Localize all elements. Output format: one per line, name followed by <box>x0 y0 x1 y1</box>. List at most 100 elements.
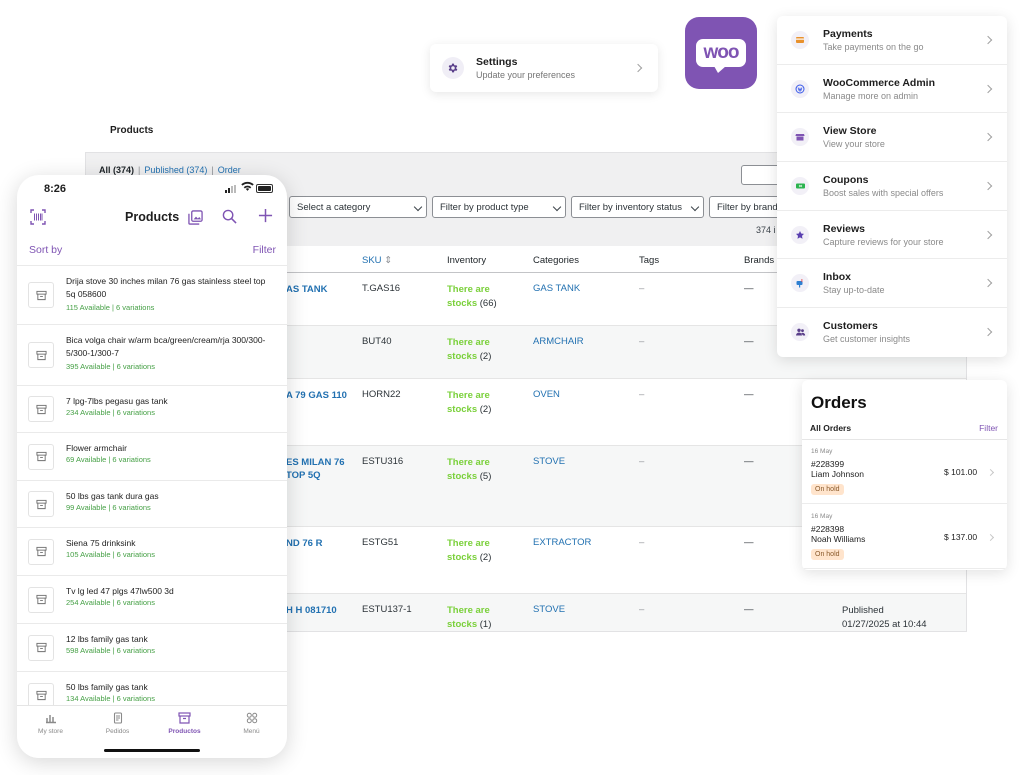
orders-filter-button[interactable]: Filter <box>979 423 998 433</box>
list-item[interactable]: 50 lbs gas tank dura gas 99 Available | 6… <box>17 481 287 528</box>
order-row[interactable]: 16 May #228398 Noah Williams On hold $ 137.0… <box>802 505 1007 569</box>
sku-cell: ESTU137-1 <box>362 604 412 615</box>
woocommerce-logo: woo <box>685 17 757 89</box>
settings-title: Settings <box>476 56 518 68</box>
tab-label: My store <box>38 728 63 735</box>
sku-cell: T.GAS16 <box>362 283 401 294</box>
inbox-icon <box>791 274 809 293</box>
inventory-cell: There are stocks (1) <box>447 604 509 631</box>
chevron-right-icon <box>983 133 993 142</box>
mobile-app-phone: 8:26 Products Sort by Filter Drija stove… <box>17 175 287 758</box>
product-image-placeholder-icon <box>28 586 54 613</box>
settings-card[interactable]: Settings Update your preferences <box>430 44 658 92</box>
brands-cell: — <box>744 537 754 548</box>
tab-my-store[interactable]: My store <box>17 712 84 735</box>
product-image-placeholder-icon <box>28 538 54 565</box>
product-name-link[interactable]: ES MILAN 76 TOP 5Q <box>286 456 356 482</box>
inventory-filter-select[interactable]: Filter by inventory status <box>571 196 704 218</box>
product-name-link[interactable]: AS TANK <box>286 283 356 296</box>
list-item[interactable]: Siena 75 drinksink 105 Available | 6 vari… <box>17 528 287 576</box>
inventory-cell: There are stocks (5) <box>447 456 509 484</box>
sku-column-header[interactable]: SKU ⇕ <box>362 255 392 266</box>
card-icon <box>791 31 809 49</box>
menu-item-woocommerce-admin[interactable]: WooCommerce Admin Manage more on admin <box>777 65 1007 114</box>
stock-count: (1) <box>479 619 492 630</box>
list-item[interactable]: Bica volga chair w/arm bca/green/cream/r… <box>17 325 287 386</box>
menu-item-view-store[interactable]: View Store View your store <box>777 113 1007 163</box>
inventory-cell: There are stocks (66) <box>447 283 509 311</box>
brands-column-header: Brands <box>744 255 775 266</box>
wordpress-icon <box>791 79 809 98</box>
product-name-link[interactable]: ND 76 R <box>286 537 356 550</box>
order-number: #228398 <box>811 524 845 534</box>
menu-item-customers[interactable]: Customers Get customer insights <box>777 308 1007 357</box>
status-order-link[interactable]: Order <box>218 165 241 175</box>
menu-item-coupons[interactable]: Coupons Boost sales with special offers <box>777 162 1007 211</box>
order-date: 16 May <box>811 513 833 520</box>
tab-productos[interactable]: Productos <box>151 712 218 735</box>
add-product-icon[interactable] <box>258 208 273 227</box>
product-type-filter-select[interactable]: Filter by product type <box>432 196 566 218</box>
menu-item-title: Coupons <box>823 174 869 187</box>
stock-count: (2) <box>479 552 492 563</box>
order-number: #228399 <box>811 459 845 469</box>
chevron-right-icon <box>983 327 993 337</box>
product-name-link[interactable]: A 79 GAS 110 <box>286 389 356 402</box>
box-icon <box>151 712 218 728</box>
list-item[interactable]: 7 lpg-7lbs pegasu gas tank 234 Available … <box>17 386 287 433</box>
orders-card: Orders All Orders Filter 16 May #228399 Li… <box>802 380 1007 570</box>
tags-cell: – <box>639 336 645 347</box>
published-cell: Published 01/27/2025 at 10:44 <box>842 604 927 631</box>
home-indicator <box>104 749 200 752</box>
category-link[interactable]: STOVE <box>533 604 565 615</box>
chevron-down-icon <box>413 202 423 212</box>
order-amount: $ 101.00 <box>944 467 978 477</box>
list-item[interactable]: 12 lbs family gas tank 598 Available | 6 … <box>17 624 287 672</box>
media-library-icon[interactable] <box>188 210 203 229</box>
phone-filter-button[interactable]: Filter <box>253 244 276 256</box>
sku-cell: HORN22 <box>362 389 401 400</box>
orders-title: Orders <box>811 393 867 412</box>
sku-cell: ESTU316 <box>362 456 404 467</box>
product-availability: 234 Available | 6 variations <box>66 408 155 417</box>
stock-count: (5) <box>479 471 492 482</box>
category-link[interactable]: OVEN <box>533 389 560 400</box>
stock-count: (2) <box>479 351 492 362</box>
category-link[interactable]: ARMCHAIR <box>533 336 584 347</box>
list-item[interactable]: Flower armchair 69 Available | 6 variatio… <box>17 433 287 481</box>
tab-pedidos[interactable]: Pedidos <box>84 712 151 735</box>
search-icon[interactable] <box>222 209 237 228</box>
product-availability: 598 Available | 6 variations <box>66 646 155 655</box>
menu-item-reviews[interactable]: Reviews Capture reviews for your store <box>777 211 1007 260</box>
menu-item-payments[interactable]: Payments Take payments on the go <box>777 16 1007 65</box>
status-all-link[interactable]: All (374) <box>99 165 134 175</box>
menu-item-subtitle: Take payments on the go <box>823 42 924 52</box>
category-link[interactable]: EXTRACTOR <box>533 537 591 548</box>
status-filter-links: All (374) | Published (374) | Order <box>99 165 241 175</box>
product-name-link[interactable]: H H 081710 <box>286 604 356 617</box>
category-link[interactable]: GAS TANK <box>533 283 580 294</box>
settings-subtitle: Update your preferences <box>476 70 576 80</box>
menu-item-inbox[interactable]: Inbox Stay up-to-date <box>777 259 1007 309</box>
tab-men-[interactable]: Menú <box>218 712 285 735</box>
status-published-link[interactable]: Published (374) <box>144 165 207 175</box>
sort-by-button[interactable]: Sort by <box>29 244 62 256</box>
barcode-scan-icon[interactable] <box>30 209 46 225</box>
woo-logo-bubble: woo <box>696 39 746 73</box>
menu-item-subtitle: Manage more on admin <box>823 90 919 101</box>
product-name: Tv lg led 47 plgs 47lw500 3d <box>66 586 174 596</box>
category-filter-select[interactable]: Select a category <box>289 196 427 218</box>
menu-item-title: Inbox <box>823 271 851 284</box>
category-link[interactable]: STOVE <box>533 456 565 467</box>
list-item[interactable]: Tv lg led 47 plgs 47lw500 3d 254 Availabl… <box>17 576 287 624</box>
sort-icon: ⇕ <box>384 255 393 266</box>
product-availability: 69 Available | 6 variations <box>66 455 151 464</box>
star-icon <box>791 225 809 244</box>
tab-label: Productos <box>168 728 201 735</box>
order-row[interactable]: 16 May #228399 Liam Johnson On hold $ 101.00 <box>802 440 1007 504</box>
list-item[interactable]: Drija stove 30 inches milan 76 gas stain… <box>17 266 287 325</box>
phone-page-title: Products <box>125 210 180 224</box>
chevron-right-icon <box>983 230 993 239</box>
inventory-cell: There are stocks (2) <box>447 537 509 565</box>
coupon-icon <box>791 177 809 196</box>
